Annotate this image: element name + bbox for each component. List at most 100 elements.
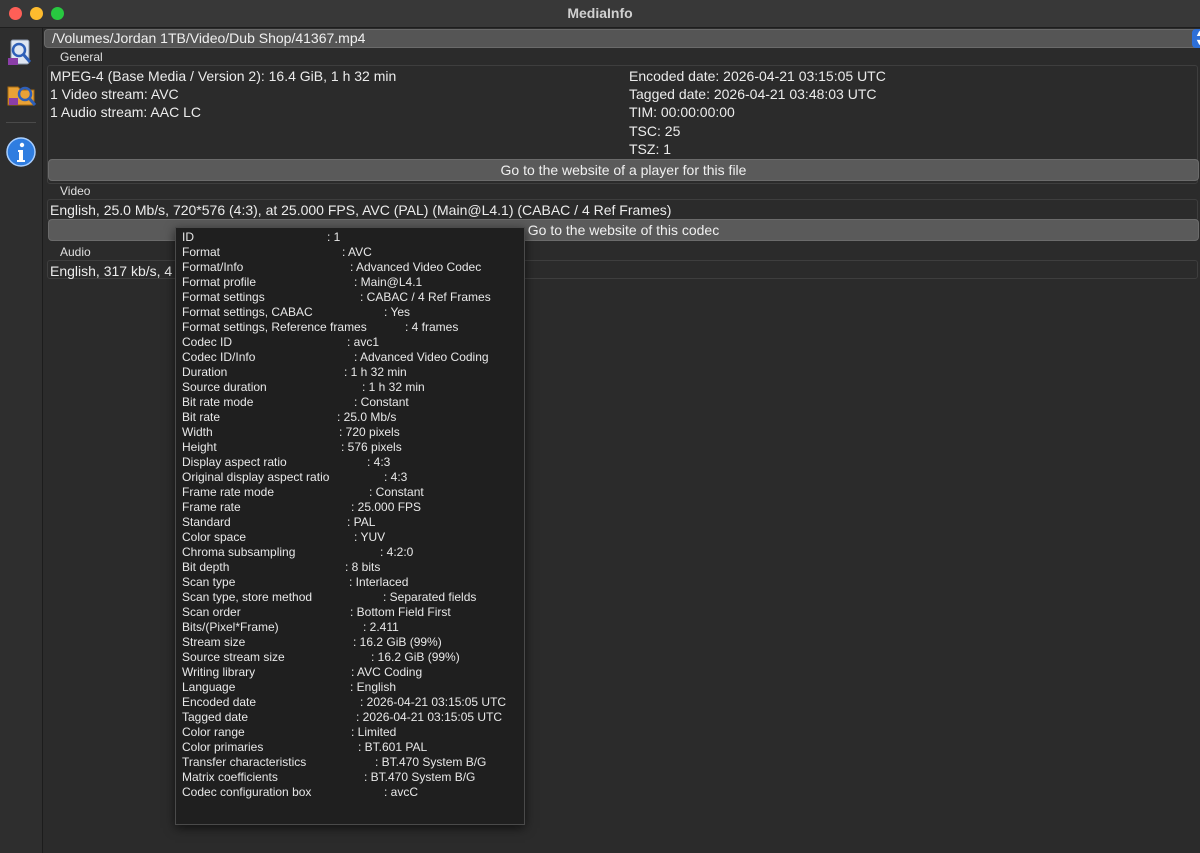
tooltip-label: Stream size — [182, 635, 246, 649]
tooltip-value: : 1 h 32 min — [344, 365, 407, 379]
window-title: MediaInfo — [567, 5, 633, 21]
tooltip-value: : 2026-04-21 03:15:05 UTC — [360, 695, 507, 709]
tooltip-label: Chroma subsampling — [182, 545, 296, 559]
tooltip-value: : YUV — [354, 530, 386, 544]
info-icon[interactable] — [5, 136, 37, 168]
tooltip-value: : 2026-04-21 03:15:05 UTC — [356, 710, 503, 724]
tooltip-value: : Main@L4.1 — [354, 275, 423, 289]
tooltip-label: Matrix coefficients — [182, 770, 278, 784]
tooltip-label: Source stream size — [182, 650, 285, 664]
tooltip-label: Transfer characteristics — [182, 755, 307, 769]
tooltip-value: : CABAC / 4 Ref Frames — [360, 290, 491, 304]
tooltip-label: Frame rate — [182, 500, 241, 514]
tooltip-value: : 1 — [327, 230, 341, 244]
tooltip-value: : Bottom Field First — [350, 605, 451, 619]
tooltip-value: : Advanced Video Coding — [354, 350, 489, 364]
tooltip-value: : avc1 — [347, 335, 380, 349]
audio-section-label: Audio — [60, 245, 91, 259]
open-file-icon[interactable] — [5, 36, 37, 68]
tooltip-value: : BT.601 PAL — [358, 740, 428, 754]
tooltip-value: : 4:2:0 — [380, 545, 414, 559]
tooltip-label: Codec configuration box — [182, 785, 312, 799]
tooltip-value: : 16.2 GiB (99%) — [353, 635, 442, 649]
general-format-line: MPEG-4 (Base Media / Version 2): 16.4 Gi… — [50, 68, 397, 84]
tooltip-value: : 576 pixels — [341, 440, 402, 454]
general-audio-stream-line: 1 Audio stream: AAC LC — [50, 104, 201, 120]
file-path-text: /Volumes/Jordan 1TB/Video/Dub Shop/41367… — [52, 30, 366, 46]
tooltip-label: Bit rate — [182, 410, 221, 424]
video-summary-line: English, 25.0 Mb/s, 720*576 (4:3), at 25… — [50, 202, 672, 218]
tooltip-label: Original display aspect ratio — [182, 470, 330, 484]
tooltip-value: : 720 pixels — [339, 425, 400, 439]
tooltip-value: : English — [350, 680, 397, 694]
tooltip-value: : avcC — [384, 785, 419, 799]
audio-summary-line: English, 317 kb/s, 4 — [50, 263, 173, 279]
tooltip-label: Bits/(Pixel*Frame) — [182, 620, 279, 634]
tooltip-label: Format settings — [182, 290, 265, 304]
tooltip-label: Width — [182, 425, 213, 439]
tooltip-label: Format settings, Reference frames — [182, 320, 367, 334]
tooltip-value: : Interlaced — [349, 575, 409, 589]
toolbar-separator — [6, 122, 36, 123]
tooltip-label: Frame rate mode — [182, 485, 275, 499]
tooltip-label: Scan type — [182, 575, 236, 589]
tooltip-label: ID — [182, 230, 194, 244]
tooltip-label: Format/Info — [182, 260, 244, 274]
tooltip-label: Color primaries — [182, 740, 264, 754]
tooltip-value: : AVC Coding — [351, 665, 423, 679]
tooltip-value: : 1 h 32 min — [362, 380, 425, 394]
tooltip-label: Scan order — [182, 605, 241, 619]
general-encoded-date: Encoded date: 2026-04-21 03:15:05 UTC — [629, 68, 886, 84]
open-folder-icon[interactable] — [5, 78, 37, 110]
tooltip-label: Format settings, CABAC — [182, 305, 313, 319]
tooltip-label: Encoded date — [182, 695, 257, 709]
tooltip-label: Format profile — [182, 275, 257, 289]
title-bar: MediaInfo — [0, 0, 1200, 28]
tooltip-label: Source duration — [182, 380, 267, 394]
tooltip-value: : BT.470 System B/G — [375, 755, 487, 769]
tooltip-label: Codec ID — [182, 335, 233, 349]
tooltip-label: Duration — [182, 365, 228, 379]
tooltip-label: Display aspect ratio — [182, 455, 287, 469]
general-section-label: General — [60, 50, 103, 64]
tooltip-label: Writing library — [182, 665, 256, 679]
tooltip-value: : 2.411 — [363, 620, 399, 634]
tooltip-value: : PAL — [347, 515, 376, 529]
tooltip-value: : 8 bits — [345, 560, 381, 574]
tooltip-label: Tagged date — [182, 710, 249, 724]
tooltip-value: : 25.000 FPS — [351, 500, 422, 514]
tooltip-value: : Constant — [354, 395, 409, 409]
general-tim: TIM: 00:00:00:00 — [629, 104, 735, 120]
tooltip-value: : 4:3 — [367, 455, 391, 469]
tooltip-label: Codec ID/Info — [182, 350, 256, 364]
file-path-combobox[interactable]: /Volumes/Jordan 1TB/Video/Dub Shop/41367… — [44, 29, 1200, 48]
tooltip-value: : BT.470 System B/G — [364, 770, 476, 784]
tooltip-label: Standard — [182, 515, 231, 529]
tooltip-value: : Yes — [384, 305, 411, 319]
sidebar-toolbar — [0, 28, 43, 853]
video-details-tooltip: ID : 1 Format : AVC Format/Info : Advanced … — [175, 227, 525, 825]
tooltip-label: Bit depth — [182, 560, 230, 574]
tooltip-value: : Separated fields — [383, 590, 477, 604]
tooltip-value: : 25.0 Mb/s — [337, 410, 397, 424]
tooltip-label: Bit rate mode — [182, 395, 254, 409]
combobox-arrows-icon[interactable]: ▲ ▼ — [1192, 29, 1200, 48]
tooltip-value: : Limited — [351, 725, 397, 739]
tooltip-label: Height — [182, 440, 217, 454]
tooltip-label: Language — [182, 680, 236, 694]
general-tagged-date: Tagged date: 2026-04-21 03:48:03 UTC — [629, 86, 877, 102]
tooltip-value: : 16.2 GiB (99%) — [371, 650, 460, 664]
video-section-label: Video — [60, 184, 91, 198]
tooltip-label: Format — [182, 245, 221, 259]
player-website-button[interactable]: Go to the website of a player for this f… — [48, 159, 1199, 181]
general-video-stream-line: 1 Video stream: AVC — [50, 86, 179, 102]
tooltip-label: Color range — [182, 725, 245, 739]
tooltip-value: : Advanced Video Codec — [350, 260, 482, 274]
tooltip-label: Scan type, store method — [182, 590, 313, 604]
tooltip-value: : Constant — [369, 485, 424, 499]
tooltip-value: : 4 frames — [405, 320, 459, 334]
tooltip-value: : AVC — [342, 245, 372, 259]
general-tsc: TSC: 25 — [629, 123, 681, 139]
tooltip-value: : 4:3 — [384, 470, 408, 484]
general-tsz: TSZ: 1 — [629, 141, 672, 157]
